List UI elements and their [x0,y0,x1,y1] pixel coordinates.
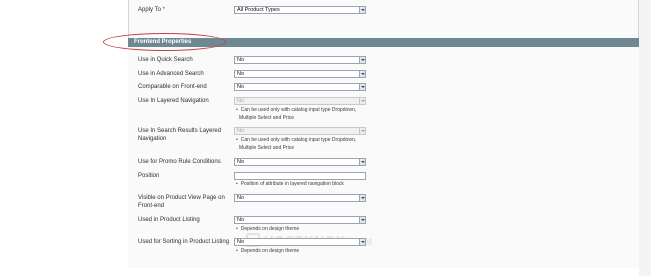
bullet-icon: • [236,137,238,143]
chevron-down-icon [359,217,365,223]
apply-to-select[interactable]: All Product Types [234,6,366,14]
chevron-down-icon [359,57,365,63]
quick-search-label: Use in Quick Search [138,57,193,63]
section-title: Frontend Properties [134,39,192,45]
advanced-search-value: No [237,71,245,77]
chevron-down-icon [359,128,365,134]
visible-view-select[interactable]: No [234,194,366,202]
quick-search-select[interactable]: No [234,56,366,64]
right-margin [639,0,651,276]
chevron-down-icon [359,7,365,13]
product-listing-note: • Depends on design theme [236,225,376,233]
product-listing-select[interactable]: No [234,216,366,224]
frontend-properties-header[interactable]: Frontend Properties [128,38,639,47]
layered-nav-note-line1: Can be used only with catalog input type… [240,107,357,113]
position-note-text: Position of attribute in layered navigat… [240,181,344,187]
search-layered-note-line2: Multiple Select and Price [239,145,295,151]
search-layered-note: • Can be used only with catalog input typ… [236,136,376,152]
bullet-icon: • [236,248,238,254]
sorting-label: Used for Sorting in Product Listing [138,239,230,245]
sorting-note: • Depends on design theme [236,247,376,255]
chevron-down-icon [359,71,365,77]
layered-nav-note: • Can be used only with catalog input typ… [236,106,376,122]
layered-nav-label: Use In Layered Navigation [138,98,209,104]
product-listing-label: Used in Product Listing [138,217,200,223]
apply-to-value: All Product Types [237,7,280,13]
bullet-icon: • [236,226,238,232]
sorting-value: No [237,239,245,245]
visible-view-label-line2: Front-end [138,203,165,209]
search-layered-value: No [237,128,245,134]
search-layered-select[interactable]: No [234,127,366,135]
promo-select[interactable]: No [234,158,366,166]
layered-nav-note-line2: Multiple Select and Price [239,115,295,121]
visible-view-value: No [237,195,245,201]
quick-search-value: No [237,57,245,63]
promo-label: Use for Promo Rule Conditions [138,159,221,165]
visible-view-label-line1: Visible on Product View Page on [138,195,225,201]
visible-view-label: Visible on Product View Page on Front-en… [138,194,233,210]
chevron-down-icon [359,239,365,245]
chevron-down-icon [359,84,365,90]
layered-nav-value: No [237,98,245,104]
comparable-label: Comparable on Front-end [138,84,207,90]
apply-to-label: Apply To * [138,6,233,14]
position-note: • Position of attribute in layered naviga… [236,180,376,188]
search-layered-label: Use In Search Results Layered Navigation [138,127,233,143]
chevron-down-icon [359,98,365,104]
apply-to-label-text: Apply To [138,7,161,13]
advanced-search-select[interactable]: No [234,70,366,78]
search-layered-note-line1: Can be used only with catalog input type… [240,137,357,143]
left-margin [0,0,128,276]
position-label: Position [138,173,160,179]
chevron-down-icon [359,195,365,201]
product-listing-note-text: Depends on design theme [240,226,300,232]
position-input[interactable] [234,172,366,180]
sorting-select[interactable]: No [234,238,366,246]
chevron-down-icon [359,159,365,165]
search-layered-label-line2: Navigation [138,136,167,142]
advanced-search-label: Use in Advanced Search [138,71,204,77]
sorting-note-text: Depends on design theme [240,248,300,254]
layered-nav-select[interactable]: No [234,97,366,105]
bullet-icon: • [236,107,238,113]
bullet-icon: • [236,181,238,187]
comparable-value: No [237,84,245,90]
required-marker: * [162,7,165,13]
promo-value: No [237,159,245,165]
product-listing-value: No [237,217,245,223]
comparable-select[interactable]: No [234,83,366,91]
search-layered-label-line1: Use In Search Results Layered [138,128,222,134]
